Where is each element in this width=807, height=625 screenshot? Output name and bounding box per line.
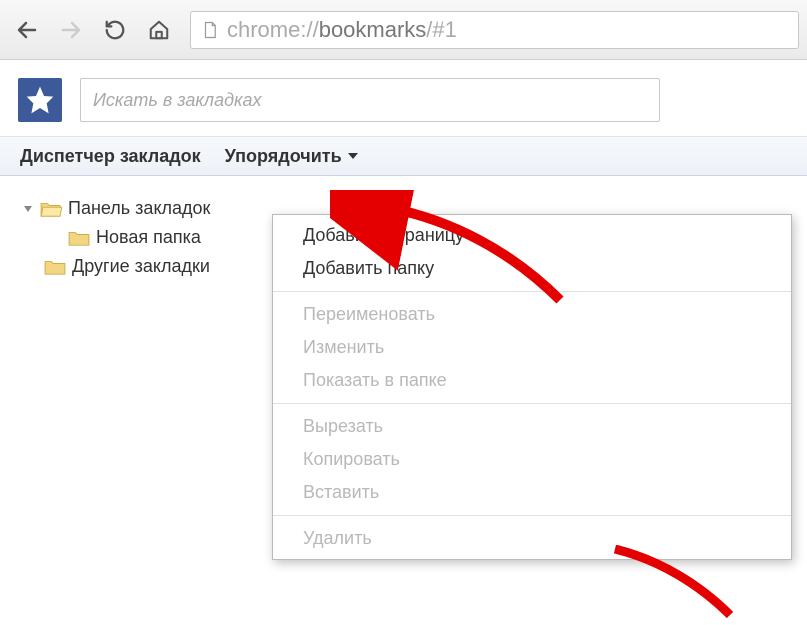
home-icon — [148, 19, 170, 41]
folder-open-icon — [40, 200, 62, 218]
caret-down-icon — [348, 153, 358, 159]
menu-separator — [273, 403, 791, 404]
star-icon — [24, 84, 56, 116]
organize-dropdown: Добавить страницу Добавить папку Переиме… — [272, 214, 792, 560]
manager-bar: Диспетчер закладок Упорядочить — [0, 136, 807, 176]
arrow-left-icon — [15, 18, 39, 42]
reload-icon — [104, 19, 126, 41]
menu-paste: Вставить — [273, 476, 791, 509]
disclosure-triangle-icon[interactable] — [24, 206, 32, 212]
url-text: chrome://bookmarks/#1 — [227, 17, 788, 43]
address-bar[interactable]: chrome://bookmarks/#1 — [190, 11, 799, 49]
menu-delete: Удалить — [273, 522, 791, 555]
manager-title: Диспетчер закладок — [20, 146, 201, 167]
search-box — [80, 78, 660, 122]
search-input[interactable] — [93, 90, 647, 111]
menu-separator — [273, 515, 791, 516]
tree-label: Другие закладки — [72, 256, 210, 277]
menu-cut: Вырезать — [273, 410, 791, 443]
folder-icon — [68, 229, 90, 247]
menu-add-page[interactable]: Добавить страницу — [273, 219, 791, 252]
tree-label: Новая папка — [96, 227, 201, 248]
content-header — [0, 60, 807, 136]
folder-icon — [44, 258, 66, 276]
menu-add-folder[interactable]: Добавить папку — [273, 252, 791, 285]
menu-copy: Копировать — [273, 443, 791, 476]
browser-toolbar: chrome://bookmarks/#1 — [0, 0, 807, 60]
home-button[interactable] — [140, 11, 178, 49]
bookmarks-logo — [18, 78, 62, 122]
reload-button[interactable] — [96, 11, 134, 49]
menu-show-in-folder: Показать в папке — [273, 364, 791, 397]
arrow-right-icon — [59, 18, 83, 42]
menu-edit: Изменить — [273, 331, 791, 364]
organize-menu-button[interactable]: Упорядочить — [225, 146, 358, 167]
menu-separator — [273, 291, 791, 292]
tree-label: Панель закладок — [68, 198, 210, 219]
forward-button — [52, 11, 90, 49]
back-button[interactable] — [8, 11, 46, 49]
organize-label: Упорядочить — [225, 146, 342, 167]
page-icon — [201, 21, 219, 39]
menu-rename: Переименовать — [273, 298, 791, 331]
